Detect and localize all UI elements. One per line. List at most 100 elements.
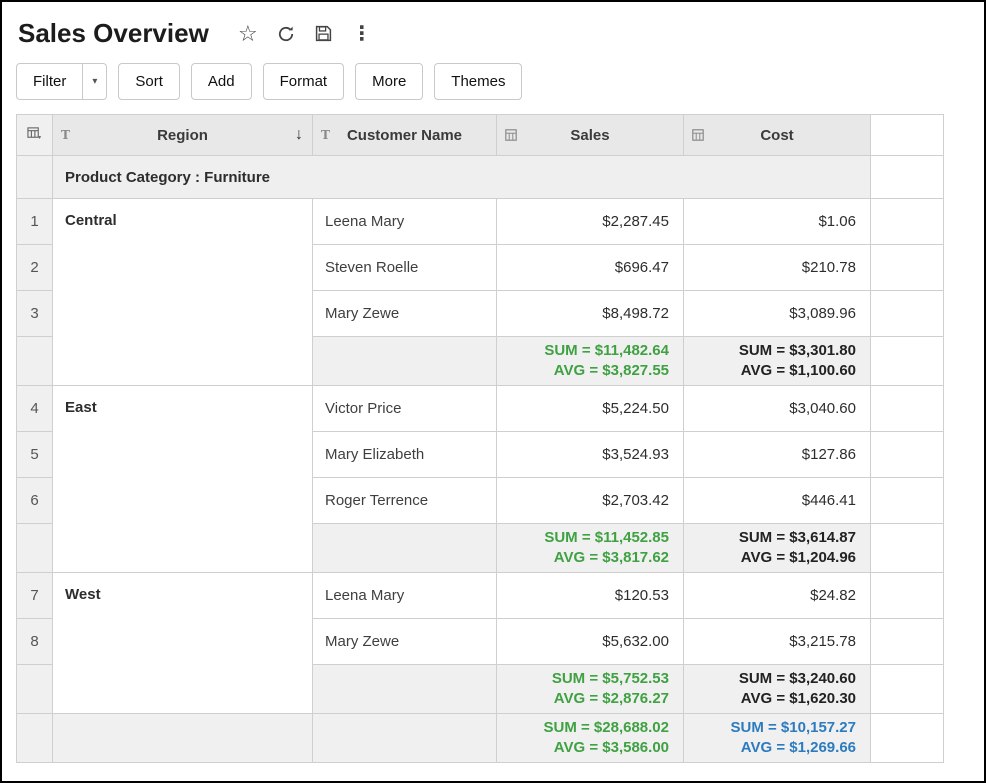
cell-customer[interactable]: Mary Elizabeth (313, 432, 497, 478)
empty-cell (871, 619, 944, 665)
row-number-cell (17, 156, 53, 199)
favorite-star-icon[interactable]: ☆ (235, 21, 261, 47)
group-header-row: Product Category : Furniture (17, 156, 944, 199)
sort-descending-icon[interactable]: ↓ (295, 126, 303, 144)
column-label: Sales (570, 127, 609, 144)
empty-cell (871, 199, 944, 245)
cell-region[interactable]: East (53, 386, 313, 573)
cell-sales[interactable]: $2,703.42 (497, 478, 684, 524)
empty-cell (313, 337, 497, 386)
format-button[interactable]: Format (263, 63, 345, 100)
row-number[interactable]: 4 (17, 386, 53, 432)
group-header: Product Category : Furniture (53, 156, 871, 199)
cell-cost[interactable]: $3,040.60 (684, 386, 871, 432)
text-type-icon: T (321, 128, 330, 142)
numeric-type-icon (505, 129, 517, 141)
table-row: 1 Central Leena Mary $2,287.45 $1.06 (17, 199, 944, 245)
cell-sales[interactable]: $8,498.72 (497, 291, 684, 337)
cell-customer[interactable]: Mary Zewe (313, 619, 497, 665)
empty-cell (871, 665, 944, 714)
cost-subtotal: SUM = $3,614.87 AVG = $1,204.96 (684, 524, 871, 573)
header-row: T Region ↓ T Customer Name Sales Cost (17, 115, 944, 156)
table-row: 7 West Leena Mary $120.53 $24.82 (17, 573, 944, 619)
empty-cell (313, 524, 497, 573)
kebab-menu-icon[interactable]: ⋮ (349, 21, 375, 47)
row-number[interactable]: 8 (17, 619, 53, 665)
cell-customer[interactable]: Steven Roelle (313, 245, 497, 291)
filter-dropdown-button[interactable]: ▾ (83, 63, 107, 100)
select-all-corner[interactable] (17, 115, 53, 156)
row-number-cell (17, 524, 53, 573)
cell-cost[interactable]: $127.86 (684, 432, 871, 478)
column-label: Cost (760, 127, 793, 144)
cell-customer[interactable]: Victor Price (313, 386, 497, 432)
sales-subtotal: SUM = $11,452.85 AVG = $3,817.62 (497, 524, 684, 573)
cost-subtotal: SUM = $3,301.80 AVG = $1,100.60 (684, 337, 871, 386)
numeric-type-icon (692, 129, 704, 141)
add-button[interactable]: Add (191, 63, 252, 100)
row-number[interactable]: 3 (17, 291, 53, 337)
empty-cell (871, 478, 944, 524)
row-number[interactable]: 5 (17, 432, 53, 478)
cell-customer[interactable]: Roger Terrence (313, 478, 497, 524)
row-number-cell (17, 337, 53, 386)
save-icon[interactable] (311, 21, 337, 47)
sales-subtotal: SUM = $11,482.64 AVG = $3,827.55 (497, 337, 684, 386)
more-button[interactable]: More (355, 63, 423, 100)
row-number[interactable]: 2 (17, 245, 53, 291)
themes-button[interactable]: Themes (434, 63, 522, 100)
cell-sales[interactable]: $3,524.93 (497, 432, 684, 478)
empty-cell (871, 524, 944, 573)
sales-subtotal: SUM = $5,752.53 AVG = $2,876.27 (497, 665, 684, 714)
title-bar: Sales Overview ☆ ⋮ (2, 2, 984, 51)
column-header-cost[interactable]: Cost (684, 115, 871, 156)
cell-cost[interactable]: $3,215.78 (684, 619, 871, 665)
row-number-cell (17, 665, 53, 714)
cell-cost[interactable]: $1.06 (684, 199, 871, 245)
row-number[interactable]: 1 (17, 199, 53, 245)
empty-cell (53, 714, 313, 763)
data-table: T Region ↓ T Customer Name Sales Cost (16, 114, 944, 763)
cell-sales[interactable]: $2,287.45 (497, 199, 684, 245)
empty-cell (871, 573, 944, 619)
cell-customer[interactable]: Leena Mary (313, 573, 497, 619)
empty-cell (871, 432, 944, 478)
cell-cost[interactable]: $210.78 (684, 245, 871, 291)
row-number[interactable]: 7 (17, 573, 53, 619)
cell-customer[interactable]: Mary Zewe (313, 291, 497, 337)
row-number-cell (17, 714, 53, 763)
empty-cell (871, 714, 944, 763)
cell-cost[interactable]: $3,089.96 (684, 291, 871, 337)
row-number[interactable]: 6 (17, 478, 53, 524)
cell-cost[interactable]: $24.82 (684, 573, 871, 619)
cell-customer[interactable]: Leena Mary (313, 199, 497, 245)
cell-sales[interactable]: $5,224.50 (497, 386, 684, 432)
empty-column-header (871, 115, 944, 156)
empty-cell (313, 665, 497, 714)
cost-subtotal: SUM = $3,240.60 AVG = $1,620.30 (684, 665, 871, 714)
refresh-icon[interactable] (273, 21, 299, 47)
column-label: Region (157, 127, 208, 144)
cell-cost[interactable]: $446.41 (684, 478, 871, 524)
filter-split-button: Filter ▾ (16, 63, 107, 100)
page-title: Sales Overview (18, 18, 209, 49)
column-header-region[interactable]: T Region ↓ (53, 115, 313, 156)
empty-cell (871, 291, 944, 337)
toolbar: Filter ▾ Sort Add Format More Themes (2, 51, 984, 114)
table-grid-icon (27, 128, 42, 145)
sort-button[interactable]: Sort (118, 63, 180, 100)
filter-button[interactable]: Filter (16, 63, 83, 100)
empty-cell (871, 245, 944, 291)
cell-sales[interactable]: $5,632.00 (497, 619, 684, 665)
column-label: Customer Name (347, 127, 462, 144)
cell-region[interactable]: West (53, 573, 313, 714)
cell-region[interactable]: Central (53, 199, 313, 386)
cell-sales[interactable]: $696.47 (497, 245, 684, 291)
empty-cell (313, 714, 497, 763)
column-header-sales[interactable]: Sales (497, 115, 684, 156)
cell-sales[interactable]: $120.53 (497, 573, 684, 619)
column-header-customer[interactable]: T Customer Name (313, 115, 497, 156)
empty-cell (871, 156, 944, 199)
sales-grand-total: SUM = $28,688.02 AVG = $3,586.00 (497, 714, 684, 763)
chevron-down-icon: ▾ (92, 76, 97, 87)
